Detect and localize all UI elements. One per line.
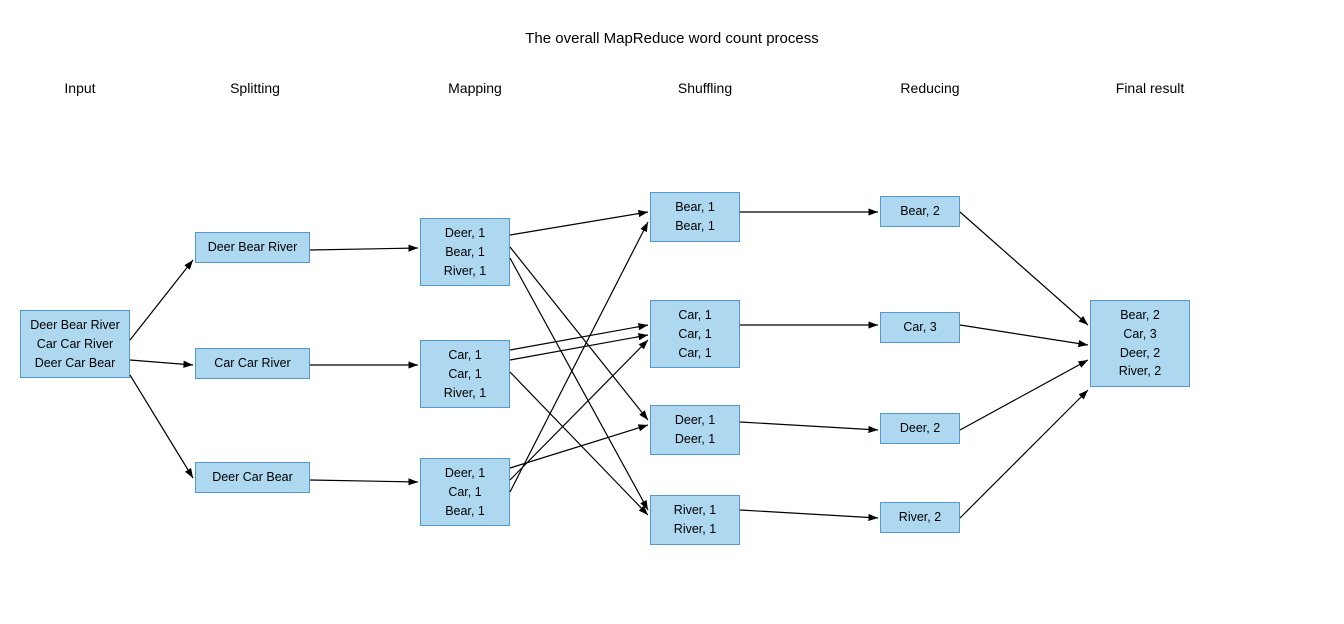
box-split1: Deer Bear River bbox=[195, 232, 310, 263]
box-reduce4: River, 2 bbox=[880, 502, 960, 533]
box-shuffle1: Bear, 1Bear, 1 bbox=[650, 192, 740, 242]
box-shuffle3: Deer, 1Deer, 1 bbox=[650, 405, 740, 455]
box-map3: Deer, 1Car, 1Bear, 1 bbox=[420, 458, 510, 526]
box-split2: Car Car River bbox=[195, 348, 310, 379]
box-reduce2: Car, 3 bbox=[880, 312, 960, 343]
box-shuffle2: Car, 1Car, 1Car, 1 bbox=[650, 300, 740, 368]
label-input: Input bbox=[30, 80, 130, 96]
box-reduce3: Deer, 2 bbox=[880, 413, 960, 444]
box-final: Bear, 2Car, 3Deer, 2River, 2 bbox=[1090, 300, 1190, 387]
label-final: Final result bbox=[1090, 80, 1210, 96]
box-map2: Car, 1Car, 1River, 1 bbox=[420, 340, 510, 408]
label-reducing: Reducing bbox=[880, 80, 980, 96]
box-shuffle4: River, 1River, 1 bbox=[650, 495, 740, 545]
label-splitting: Splitting bbox=[195, 80, 315, 96]
box-split3: Deer Car Bear bbox=[195, 462, 310, 493]
box-input: Deer Bear RiverCar Car RiverDeer Car Bea… bbox=[20, 310, 130, 378]
diagram-title: The overall MapReduce word count process bbox=[0, 30, 1344, 47]
label-mapping: Mapping bbox=[420, 80, 530, 96]
diagram: The overall MapReduce word count process… bbox=[0, 0, 1344, 624]
box-map1: Deer, 1Bear, 1River, 1 bbox=[420, 218, 510, 286]
box-reduce1: Bear, 2 bbox=[880, 196, 960, 227]
label-shuffling: Shuffling bbox=[650, 80, 760, 96]
